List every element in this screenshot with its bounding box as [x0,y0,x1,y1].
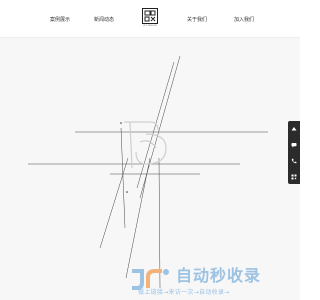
nav-item-join[interactable]: 加入我们 [234,17,254,23]
watermark-subtitle: 做上链接→来访一次→自动收录→ [138,289,230,296]
side-toolbar [288,121,300,184]
logo-subtitle: JZY DESIGN [143,25,157,27]
qrcode-icon[interactable] [288,169,300,184]
nav-item-news[interactable]: 新闻动态 [94,17,114,23]
nav-item-cases[interactable]: 案例展示 [50,17,70,23]
hero-canvas [0,38,300,300]
chat-icon[interactable] [288,137,300,152]
logo-emblem [142,8,158,24]
arrow-up-icon[interactable] [288,121,300,136]
watermark-title: 自动秒收录 [176,266,262,285]
watermark-logo-icon [132,269,169,290]
nav-item-about[interactable]: 关于我们 [187,17,207,23]
phone-icon[interactable] [288,153,300,168]
top-navbar: 案例展示 新闻动态 JZY DESIGN 关于我们 加入我们 [0,0,300,38]
line-art-illustration [28,55,268,289]
watermark: 自动秒收录 做上链接→来访一次→自动收录→ [128,265,278,300]
logo[interactable]: JZY DESIGN [142,8,158,28]
